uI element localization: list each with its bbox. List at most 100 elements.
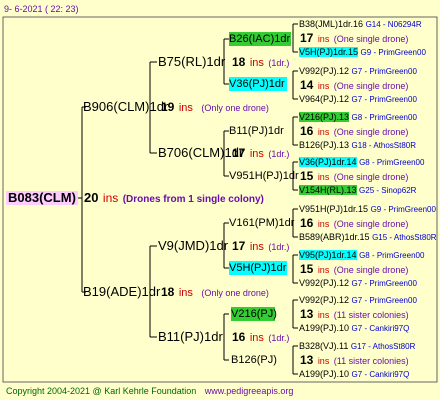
gen3-name-3[interactable]: V951H(PJ)1dr bbox=[229, 169, 299, 183]
gen4-row-10: V95(PJ)1dr.14 G8 - PrimGreen00 bbox=[299, 248, 424, 263]
gen4-row-14: B328(VJ).11 G17 - AthosSt80R bbox=[299, 339, 415, 354]
gen2-info-0: 18 ins (1dr.) bbox=[232, 55, 289, 70]
gen4-name-7[interactable]: V154H(RL).13 bbox=[299, 185, 357, 195]
gen4-row-13: A199(PJ).10 G7 - Cankiri97Q bbox=[299, 321, 409, 336]
gen4-row-15: A199(PJ).10 G7 - Cankiri97Q bbox=[299, 367, 409, 382]
gen4-row-3: V964(PJ).12 G7 - PrimGreen00 bbox=[299, 92, 417, 107]
gen3-name-6[interactable]: V216(PJ) bbox=[231, 307, 277, 321]
gen4-row-2: V992(PJ).12 G7 - PrimGreen00 bbox=[299, 64, 417, 79]
header-date: 9- 6-2021 ( 22: 23) bbox=[4, 4, 79, 14]
gen1-unit-0: ins bbox=[178, 102, 193, 114]
gen4-name-0[interactable]: B38(JML)1dr.16 bbox=[299, 19, 363, 29]
gen4-name-5[interactable]: B126(PJ).13 bbox=[299, 140, 349, 150]
gen2-info-2: 17 ins (1dr.) bbox=[232, 239, 289, 254]
gen4-name-13[interactable]: A199(PJ).10 bbox=[299, 323, 349, 333]
root-inbreeding-num: 20 bbox=[84, 190, 99, 205]
gen4-code-7: G25 - Sinop62R bbox=[359, 186, 417, 195]
gen2-info-3: 16 ins (1dr.) bbox=[232, 330, 289, 345]
gen3-info-3: 15 ins (One single drone) bbox=[300, 169, 408, 184]
gen3-note-2: (One single drone) bbox=[333, 127, 409, 137]
gen1-note-0: (Only one drone) bbox=[201, 103, 269, 113]
gen3-info-4: 16 ins (One single drone) bbox=[300, 216, 408, 231]
root-info: 20 ins (Drones from 1 single colony) bbox=[84, 191, 264, 207]
gen3-name-0[interactable]: B26(IAC)1dr bbox=[229, 32, 291, 46]
gen2-num-1: 17 bbox=[232, 146, 246, 160]
gen3-num-2: 16 bbox=[300, 124, 314, 138]
gen2-num-0: 18 bbox=[232, 55, 246, 69]
gen4-name-14[interactable]: B328(VJ).11 bbox=[299, 341, 348, 351]
gen1-num-0: 19 bbox=[161, 100, 175, 114]
gen3-name-5[interactable]: V5H(PJ)1dr bbox=[229, 261, 287, 275]
gen3-info-7: 13 ins (11 sister colonies) bbox=[300, 353, 409, 368]
gen3-name-1[interactable]: V36(PJ)1dr bbox=[229, 77, 287, 91]
gen4-row-8: V951H(PJ)1dr.15 G9 - PrimGreen00 bbox=[299, 202, 436, 217]
gen4-row-0: B38(JML)1dr.16 G14 - N06294R bbox=[299, 17, 422, 32]
gen2-info-1: 17 ins (1dr.) bbox=[232, 146, 289, 161]
gen3-unit-6: ins bbox=[317, 310, 330, 320]
gen2-unit-2: ins bbox=[249, 241, 264, 253]
gen4-name-3[interactable]: V964(PJ).12 bbox=[299, 94, 349, 104]
gen4-name-6[interactable]: V36(PJ)1dr.14 bbox=[299, 157, 357, 167]
gen4-row-6: V36(PJ)1dr.14 G8 - PrimGreen00 bbox=[299, 155, 424, 170]
gen4-code-10: G8 - PrimGreen00 bbox=[359, 251, 425, 260]
gen4-code-11: G7 - PrimGreen00 bbox=[351, 279, 417, 288]
gen3-note-7: (11 sister colonies) bbox=[333, 356, 409, 366]
gen3-note-0: (One single drone) bbox=[333, 34, 409, 44]
gen3-unit-4: ins bbox=[317, 219, 330, 229]
gen3-unit-5: ins bbox=[317, 265, 330, 275]
gen2-name-1[interactable]: B706(CLM)1dr bbox=[158, 146, 243, 160]
gen4-code-2: G7 - PrimGreen00 bbox=[351, 67, 417, 76]
gen4-row-1: V5H(PJ)1dr.15 G9 - PrimGreen00 bbox=[299, 45, 426, 60]
gen4-name-15[interactable]: A199(PJ).10 bbox=[299, 369, 349, 379]
gen4-row-9: B589(ABR)1dr.15 G15 - AthosSt80R bbox=[299, 230, 437, 245]
gen3-note-6: (11 sister colonies) bbox=[333, 310, 409, 320]
gen4-row-7: V154H(RL).13 G25 - Sinop62R bbox=[299, 183, 416, 198]
gen4-name-12[interactable]: V992(PJ).12 bbox=[299, 295, 349, 305]
gen3-name-7[interactable]: B126(PJ) bbox=[231, 353, 277, 367]
gen2-unit-3: ins bbox=[249, 332, 264, 344]
gen2-note-3: (1dr.) bbox=[268, 333, 290, 343]
gen4-row-4: V216(PJ).13 G8 - PrimGreen00 bbox=[299, 110, 417, 125]
gen4-code-9: G15 - AthosSt80R bbox=[372, 233, 437, 242]
gen1-num-1: 18 bbox=[161, 285, 175, 299]
gen3-info-0: 17 ins (One single drone) bbox=[300, 31, 408, 46]
gen3-num-7: 13 bbox=[300, 353, 314, 367]
gen3-unit-7: ins bbox=[317, 356, 330, 366]
gen3-name-2[interactable]: B11(PJ)1dr bbox=[229, 124, 284, 138]
gen3-unit-0: ins bbox=[317, 34, 330, 44]
gen3-note-4: (One single drone) bbox=[333, 219, 409, 229]
gen3-info-5: 15 ins (One single drone) bbox=[300, 262, 408, 277]
gen3-num-6: 13 bbox=[300, 307, 314, 321]
footer-copyright: Copyright 2004-2021 @ Karl Kehrle Founda… bbox=[6, 386, 197, 396]
gen2-unit-1: ins bbox=[249, 148, 264, 160]
gen4-name-11[interactable]: V992(PJ).12 bbox=[299, 278, 349, 288]
gen4-name-2[interactable]: V992(PJ).12 bbox=[299, 66, 349, 76]
gen4-code-3: G7 - PrimGreen00 bbox=[351, 95, 417, 104]
gen4-name-8[interactable]: V951H(PJ)1dr.15 bbox=[299, 204, 368, 214]
gen4-name-4[interactable]: V216(PJ).13 bbox=[299, 112, 350, 122]
gen2-num-3: 16 bbox=[232, 330, 246, 344]
footer: Copyright 2004-2021 @ Karl Kehrle Founda… bbox=[6, 384, 293, 398]
gen1-name-0[interactable]: B906(CLM)1dr bbox=[83, 100, 168, 114]
gen2-name-3[interactable]: B11(PJ)1dr bbox=[158, 330, 223, 344]
gen1-info-1: 18 ins (Only one drone) bbox=[161, 285, 269, 300]
root-queen-name[interactable]: B083(CLM) bbox=[6, 191, 78, 205]
gen2-name-2[interactable]: V9(JMD)1dr bbox=[158, 239, 228, 253]
gen1-name-1[interactable]: B19(ADE)1dr bbox=[83, 285, 160, 299]
gen2-note-0: (1dr.) bbox=[268, 58, 290, 68]
gen4-code-12: G7 - PrimGreen00 bbox=[351, 296, 417, 305]
gen1-info-0: 19 ins (Only one drone) bbox=[161, 100, 269, 115]
gen3-note-5: (One single drone) bbox=[333, 265, 409, 275]
gen4-name-9[interactable]: B589(ABR)1dr.15 bbox=[299, 232, 370, 242]
footer-site-link[interactable]: www.pedigreeapis.org bbox=[205, 386, 294, 396]
gen4-name-1[interactable]: V5H(PJ)1dr.15 bbox=[299, 47, 359, 57]
gen4-name-10[interactable]: V95(PJ)1dr.14 bbox=[299, 250, 357, 260]
gen1-unit-1: ins bbox=[178, 287, 193, 299]
gen2-name-0[interactable]: B75(RL)1dr bbox=[158, 55, 225, 69]
gen4-row-11: V992(PJ).12 G7 - PrimGreen00 bbox=[299, 276, 417, 291]
gen4-code-0: G14 - N06294R bbox=[365, 20, 422, 29]
gen3-info-6: 13 ins (11 sister colonies) bbox=[300, 307, 409, 322]
gen4-code-13: G7 - Cankiri97Q bbox=[351, 324, 410, 333]
gen3-name-4[interactable]: V161(PM)1dr bbox=[229, 216, 294, 230]
gen2-num-2: 17 bbox=[232, 239, 246, 253]
